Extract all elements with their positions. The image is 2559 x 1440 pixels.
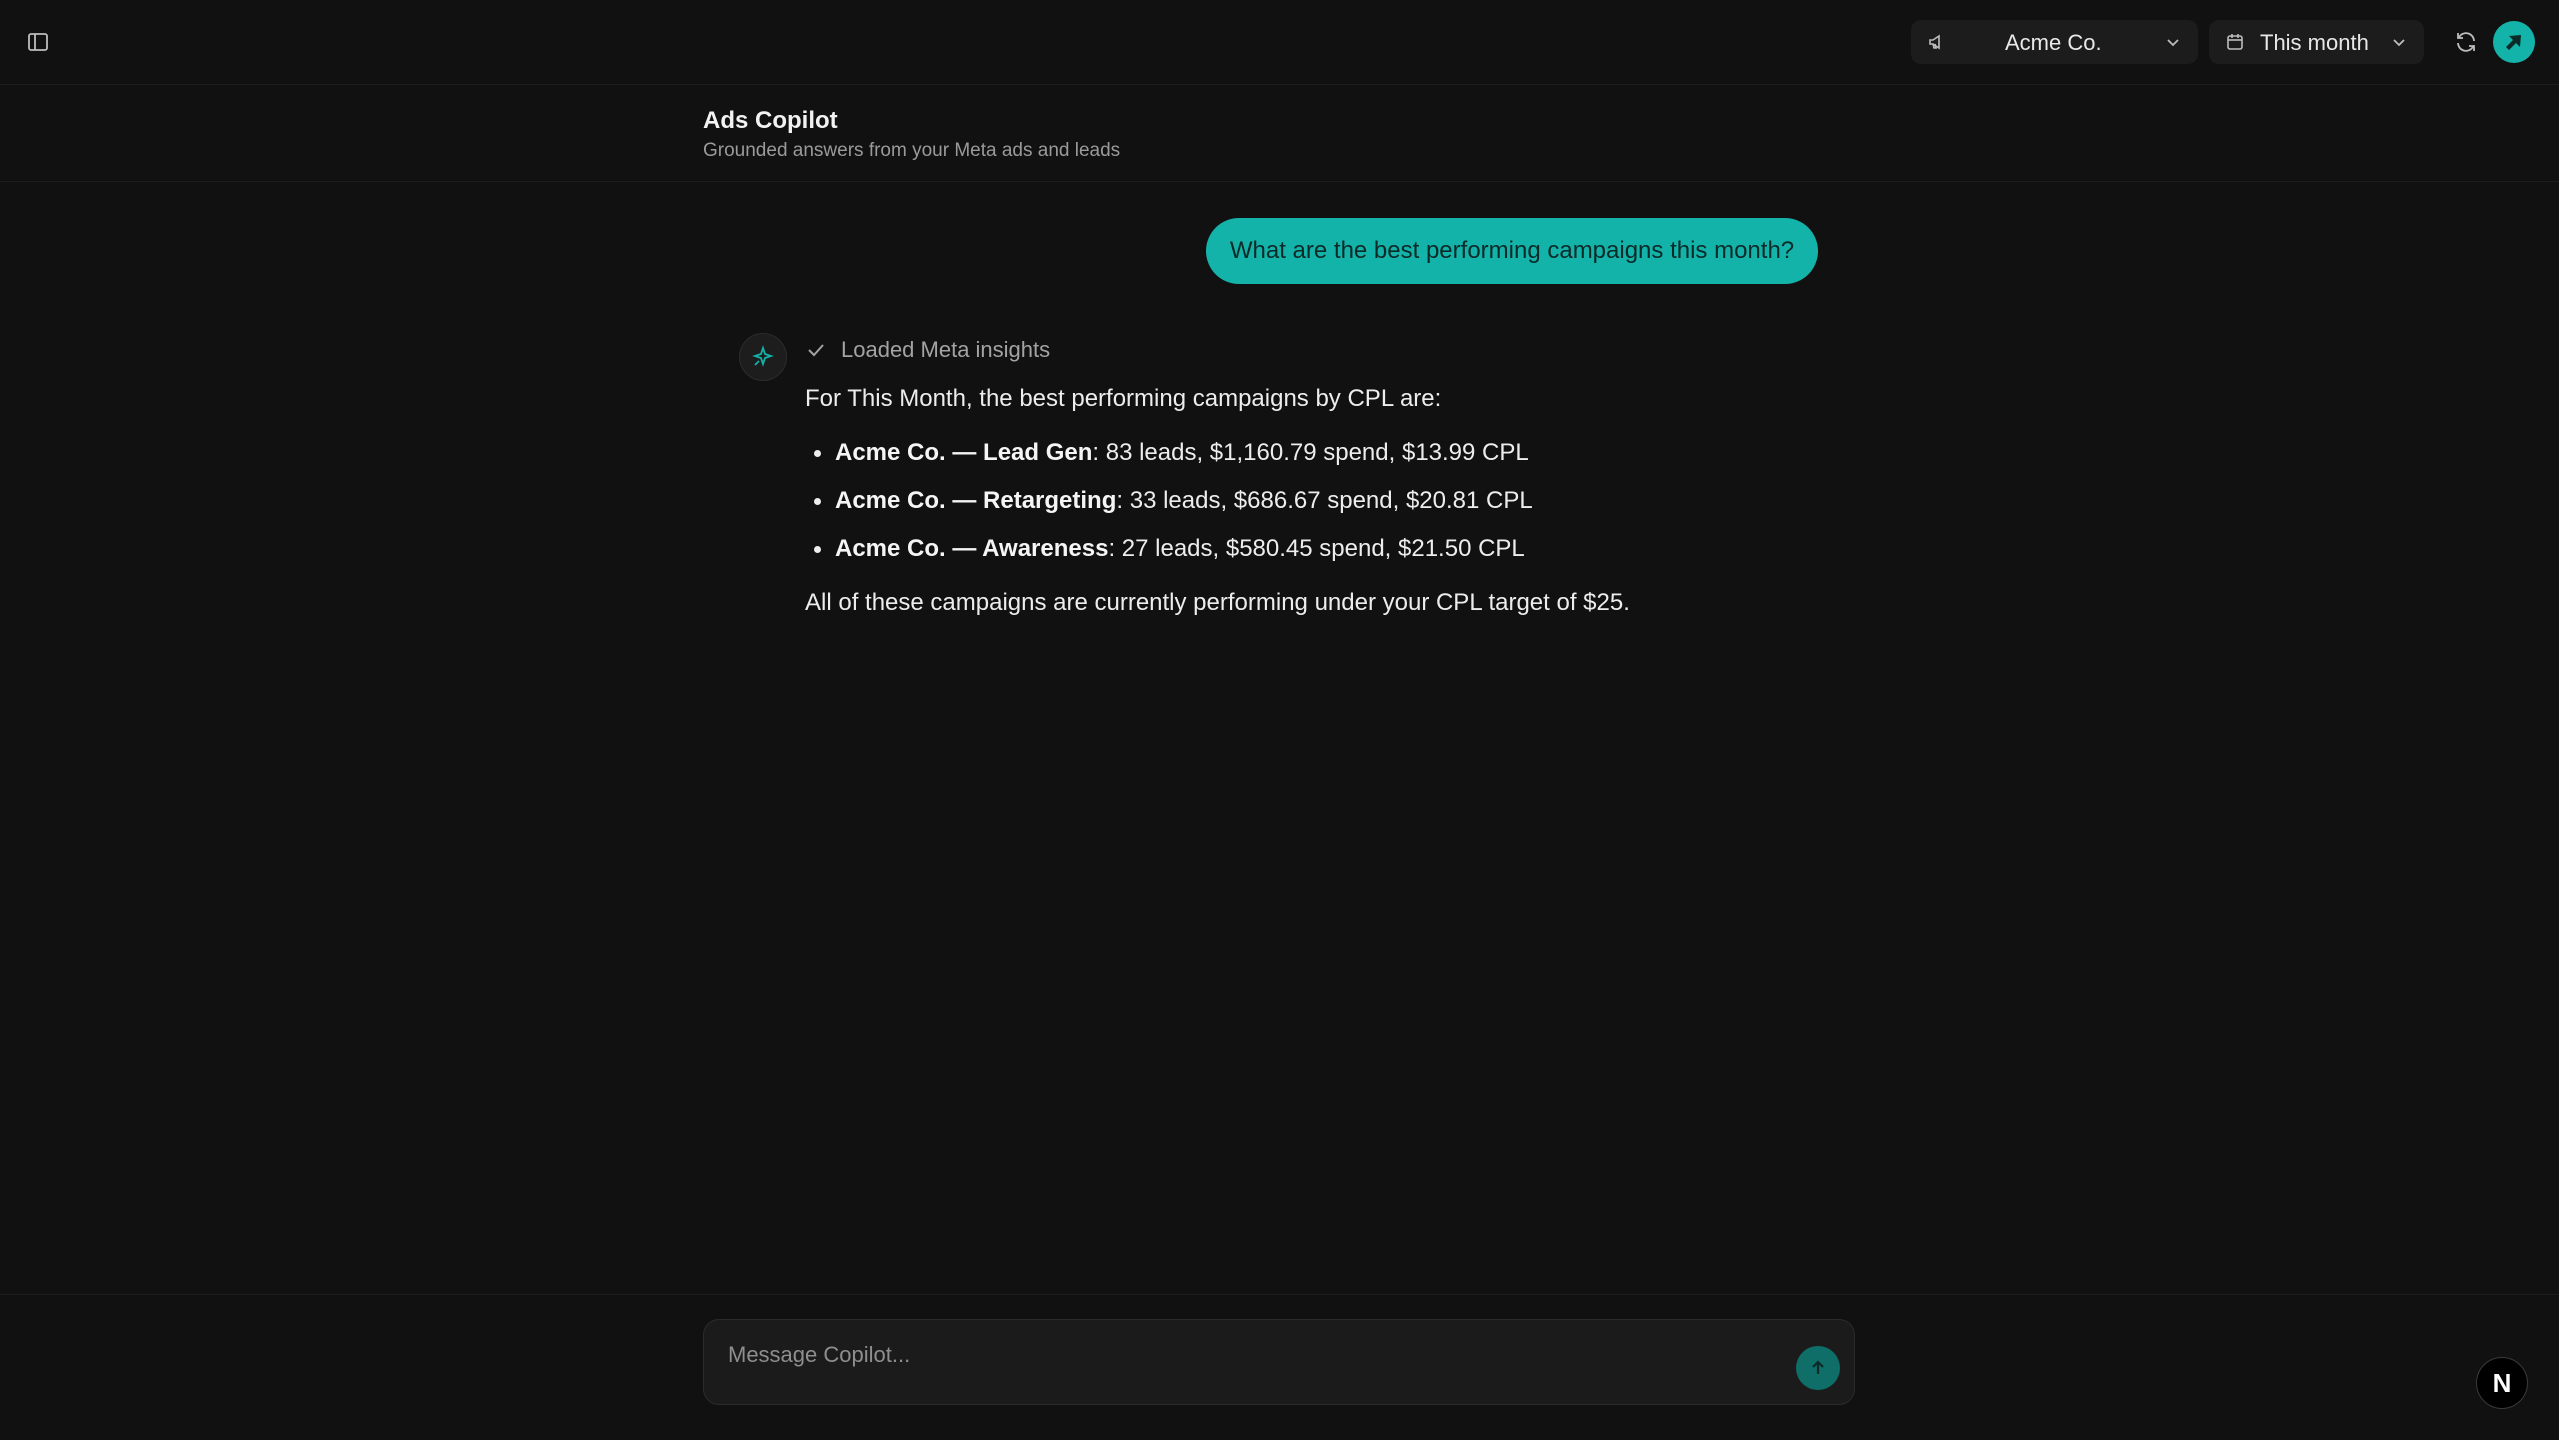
page-header: Ads Copilot Grounded answers from your M…: [0, 85, 2559, 182]
refresh-icon: [2457, 32, 2475, 52]
tool-status: Loaded Meta insights: [805, 336, 1050, 364]
campaign-name: Acme Co. — Awareness: [835, 535, 1109, 562]
check-icon: [808, 344, 824, 357]
date-range-select[interactable]: This month: [2209, 20, 2424, 64]
sidebar-panel-icon: [28, 33, 48, 51]
campaign-list: Acme Co. — Lead Gen: 83 leads, $1,160.79…: [805, 436, 1855, 566]
campaign-detail: : 27 leads, $580.45 spend, $21.50 CPL: [1108, 535, 1525, 562]
calendar-icon: [2227, 34, 2243, 50]
sparkle-icon: [752, 345, 774, 367]
send-button[interactable]: [1796, 1346, 1840, 1390]
composer: [703, 1319, 1855, 1405]
list-item: Acme Co. — Awareness: 27 leads, $580.45 …: [805, 532, 1855, 566]
assistant-avatar: [739, 333, 787, 381]
user-avatar[interactable]: [2493, 21, 2535, 63]
answer-intro: For This Month, the best performing camp…: [805, 385, 1442, 412]
refresh-button[interactable]: [2451, 27, 2481, 57]
campaign-detail: : 33 leads, $686.67 spend, $20.81 CPL: [1116, 487, 1533, 514]
list-item: Acme Co. — Retargeting: 33 leads, $686.6…: [805, 484, 1855, 518]
megaphone-icon: [1929, 34, 1940, 50]
chevron-down-icon: [2393, 39, 2405, 47]
campaign-detail: : 83 leads, $1,160.79 spend, $13.99 CPL: [1092, 439, 1529, 466]
arrow-up-right-icon: [2506, 35, 2521, 50]
campaign-name: Acme Co. — Lead Gen: [835, 439, 1093, 466]
tool-status-label: Loaded Meta insights: [841, 337, 1051, 362]
answer-outro: All of these campaigns are currently per…: [805, 589, 1630, 616]
top-bar: Acme Co. This month: [0, 0, 2559, 85]
account-select[interactable]: Acme Co.: [1911, 20, 2198, 64]
chevron-down-icon: [2167, 39, 2179, 47]
assistant-message: For This Month, the best performing camp…: [805, 382, 1855, 620]
sidebar-toggle-button[interactable]: [24, 28, 52, 56]
composer-area: [0, 1294, 2559, 1440]
page-title: Ads Copilot: [703, 107, 838, 134]
user-message: What are the best performing campaigns t…: [1206, 218, 1818, 284]
account-select-value: Acme Co.: [2005, 30, 2102, 55]
message-input[interactable]: [728, 1338, 1768, 1372]
arrow-up-icon: [1812, 1360, 1824, 1374]
page-subtitle: Grounded answers from your Meta ads and …: [703, 140, 1121, 161]
date-range-value: This month: [2260, 30, 2369, 55]
list-item: Acme Co. — Lead Gen: 83 leads, $1,160.79…: [805, 436, 1855, 470]
campaign-name: Acme Co. — Retargeting: [835, 487, 1117, 514]
framework-badge[interactable]: N: [2476, 1357, 2528, 1409]
